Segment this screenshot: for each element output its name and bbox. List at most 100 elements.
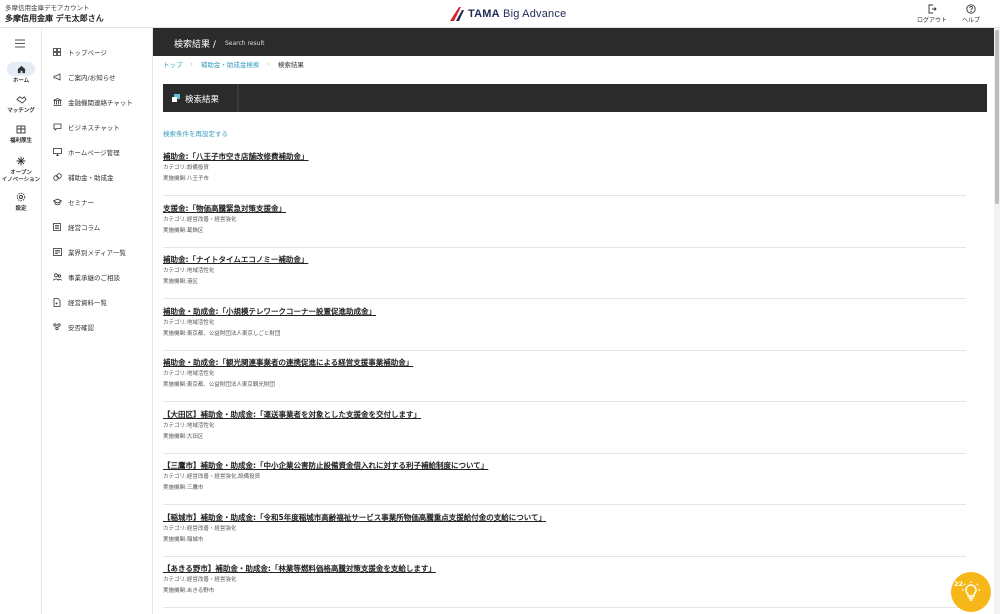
breadcrumb-top[interactable]: トップ bbox=[163, 59, 183, 69]
result-category: カテゴリ:地域活性化 bbox=[163, 320, 215, 326]
sidebar-item-management-docs[interactable]: 経営資料一覧 bbox=[52, 296, 107, 308]
document-icon bbox=[52, 297, 62, 307]
rail-item-matching[interactable]: マッチング bbox=[0, 92, 42, 115]
lightbulb-icon bbox=[962, 581, 980, 601]
result-organization: 実施機関:八王子市 bbox=[163, 176, 209, 182]
result-title-link[interactable]: 補助金・助成金:「小規模テレワークコーナー設置促進助成金」 bbox=[163, 307, 966, 317]
gift-card-icon bbox=[7, 122, 35, 136]
help-bulb-count: 22 bbox=[954, 580, 964, 588]
result-organization: 実施機関:あきる野市 bbox=[163, 588, 215, 594]
help-circle-icon bbox=[966, 4, 976, 14]
result-category: カテゴリ:地域活性化 bbox=[163, 371, 215, 377]
chat-bubble-icon bbox=[52, 122, 62, 132]
column-icon bbox=[52, 222, 62, 232]
hamburger-menu-icon[interactable] bbox=[14, 39, 26, 50]
tama-logo[interactable]: TAMA Big Advance bbox=[450, 7, 566, 21]
result-category: カテゴリ:設備投資 bbox=[163, 165, 209, 171]
sidebar-item-business-chat[interactable]: ビジネスチャット bbox=[52, 121, 120, 133]
breadcrumb: トップ › 補助金・助成金検索 › 検索結果 bbox=[163, 59, 304, 70]
result-title-link[interactable]: 【あきる野市】補助金・助成金:「林業等燃料価格高騰対策支援金を支給します」 bbox=[163, 564, 966, 574]
page-title: 検索結果 / bbox=[174, 40, 216, 50]
handshake-icon bbox=[7, 92, 35, 106]
result-title-link[interactable]: 【稲城市】補助金・助成金:「令和5年度稲城市高齢福祉サービス事業所物価高騰重点支… bbox=[163, 513, 966, 523]
result-title-link[interactable]: 支援金:「物価高騰緊急対策支援金」 bbox=[163, 204, 966, 214]
result-organization: 実施機関:大田区 bbox=[163, 434, 204, 440]
result-item: 【あきる野市】補助金・助成金:「林業等燃料価格高騰対策支援金を支給します」 カテ… bbox=[163, 564, 966, 608]
result-organization: 実施機関:葛飾区 bbox=[163, 228, 204, 234]
result-category: カテゴリ:地域活性化 bbox=[163, 268, 215, 274]
breadcrumb-subsidy-search[interactable]: 補助金・助成金検索 bbox=[201, 59, 260, 69]
breadcrumb-current: 検索結果 bbox=[277, 61, 304, 69]
help-button[interactable]: ヘルプ bbox=[962, 4, 980, 24]
grid-icon bbox=[52, 47, 62, 57]
result-organization: 実施機関:稲城市 bbox=[163, 537, 204, 543]
reset-search-link[interactable]: 検索条件を再設定する bbox=[163, 128, 228, 138]
sidebar-item-subsidies[interactable]: 補助金・助成金 bbox=[52, 171, 114, 183]
result-item: 補助金・助成金:「小規模テレワークコーナー設置促進助成金」 カテゴリ:地域活性化… bbox=[163, 307, 966, 351]
page-title-bar: 検索結果 / Search result bbox=[153, 28, 994, 56]
sidebar-item-media-list[interactable]: 業界別メディア一覧 bbox=[52, 246, 126, 258]
rail-item-settings[interactable]: 設定 bbox=[0, 190, 42, 213]
icon-rail: ホーム マッチング 福利厚生 オープン イノベーション 設定 bbox=[0, 28, 42, 614]
result-organization: 実施機関:三鷹市 bbox=[163, 485, 204, 491]
result-title-link[interactable]: 【大田区】補助金・助成金:「運送事業者を対象とした支援金を交付します」 bbox=[163, 410, 966, 420]
top-header: 多摩信用金庫デモアカウント 多摩信用金庫 デモ太郎さん TAMA Big Adv… bbox=[0, 0, 1000, 28]
result-category: カテゴリ:経営改善・経営強化 bbox=[163, 526, 237, 532]
logout-button[interactable]: ログアウト bbox=[917, 4, 947, 24]
sidebar-item-bank-chat[interactable]: 金融機関連絡チャット bbox=[52, 96, 133, 108]
result-title-link[interactable]: 補助金:「ナイトタイムエコノミー補助金」 bbox=[163, 255, 966, 265]
result-organization: 実施機関:東京都、公益財団法人東京観光財団 bbox=[163, 382, 275, 388]
result-organization: 実施機関:港区 bbox=[163, 279, 198, 285]
rail-item-open-innovation[interactable]: オープン イノベーション bbox=[0, 154, 42, 183]
sidebar-item-announcements[interactable]: ご案内/お知らせ bbox=[52, 71, 116, 83]
result-category: カテゴリ:経営改善・経営強化 bbox=[163, 577, 237, 583]
result-item: 補助金:「ナイトタイムエコノミー補助金」 カテゴリ:地域活性化 実施機関:港区 bbox=[163, 255, 966, 299]
monitor-icon bbox=[52, 147, 62, 157]
newspaper-icon bbox=[52, 247, 62, 257]
logo-text: TAMA Big Advance bbox=[468, 8, 567, 20]
megaphone-icon bbox=[52, 72, 62, 82]
sparkle-icon bbox=[7, 154, 35, 168]
help-bulb-button[interactable]: 22 bbox=[951, 572, 991, 612]
result-item: 補助金:「八王子市空き店舗改修費補助金」 カテゴリ:設備投資 実施機関:八王子市 bbox=[163, 152, 966, 196]
sidebar-nav: トップページ ご案内/お知らせ 金融機関連絡チャット ビジネスチャット ホームペ… bbox=[42, 28, 153, 614]
sidebar-item-safety-check[interactable]: 安否確認 bbox=[52, 321, 94, 333]
graduation-cap-icon bbox=[52, 197, 62, 207]
result-category: カテゴリ:経営改善・経営強化 bbox=[163, 217, 237, 223]
section-heading-text: 検索結果 bbox=[185, 95, 220, 105]
result-category: カテゴリ:経営改善・経営強化,設備投資 bbox=[163, 474, 261, 480]
bank-icon bbox=[52, 97, 62, 107]
sidebar-item-homepage-admin[interactable]: ホームページ管理 bbox=[52, 146, 120, 158]
section-heading: 検索結果 bbox=[163, 84, 987, 112]
sidebar-item-seminar[interactable]: セミナー bbox=[52, 196, 94, 208]
page-scrollbar[interactable] bbox=[994, 28, 1000, 614]
account-label: 多摩信用金庫デモアカウント bbox=[5, 4, 90, 12]
rail-item-welfare[interactable]: 福利厚生 bbox=[0, 122, 42, 145]
result-item: 【稲城市】補助金・助成金:「令和5年度稲城市高齢福祉サービス事業所物価高騰重点支… bbox=[163, 513, 966, 557]
account-info: 多摩信用金庫デモアカウント 多摩信用金庫 デモ太郎さん bbox=[5, 4, 104, 24]
result-item: 【大田区】補助金・助成金:「運送事業者を対象とした支援金を交付します」 カテゴリ… bbox=[163, 410, 966, 454]
sidebar-item-top-page[interactable]: トップページ bbox=[52, 46, 107, 58]
result-item: 【三鷹市】補助金・助成金:「中小企業公害防止設備資金借入れに対する利子補給制度に… bbox=[163, 461, 966, 505]
sidebar-item-management-column[interactable]: 経営コラム bbox=[52, 221, 100, 233]
sidebar-item-succession-consult[interactable]: 事業承継のご相談 bbox=[52, 271, 120, 283]
gear-icon bbox=[7, 190, 35, 204]
result-item: 補助金・助成金:「観光関連事業者の連携促進による経営支援事業補助金」 カテゴリ:… bbox=[163, 358, 966, 402]
breadcrumb-separator-icon: › bbox=[267, 60, 270, 68]
result-title-link[interactable]: 【三鷹市】補助金・助成金:「中小企業公害防止設備資金借入れに対する利子補給制度に… bbox=[163, 461, 966, 471]
result-title-link[interactable]: 補助金・助成金:「観光関連事業者の連携促進による経営支援事業補助金」 bbox=[163, 358, 966, 368]
safety-check-icon bbox=[52, 322, 62, 332]
logout-icon bbox=[928, 4, 937, 14]
coins-icon bbox=[52, 172, 62, 182]
rail-item-home[interactable]: ホーム bbox=[0, 62, 42, 85]
scrollbar-thumb[interactable] bbox=[995, 30, 999, 204]
breadcrumb-separator-icon: › bbox=[190, 60, 193, 68]
main-content: 検索結果 / Search result トップ › 補助金・助成金検索 › 検… bbox=[153, 28, 994, 614]
result-category: カテゴリ:地域活性化 bbox=[163, 423, 215, 429]
heading-marker-icon bbox=[172, 94, 180, 104]
result-item: 支援金:「物価高騰緊急対策支援金」 カテゴリ:経営改善・経営強化 実施機関:葛飾… bbox=[163, 204, 966, 248]
result-title-link[interactable]: 補助金:「八王子市空き店舗改修費補助金」 bbox=[163, 152, 966, 162]
home-icon bbox=[7, 62, 35, 76]
result-organization: 実施機関:東京都、公益財団法人東京しごと財団 bbox=[163, 331, 281, 337]
tama-logo-mark-icon bbox=[450, 7, 464, 21]
